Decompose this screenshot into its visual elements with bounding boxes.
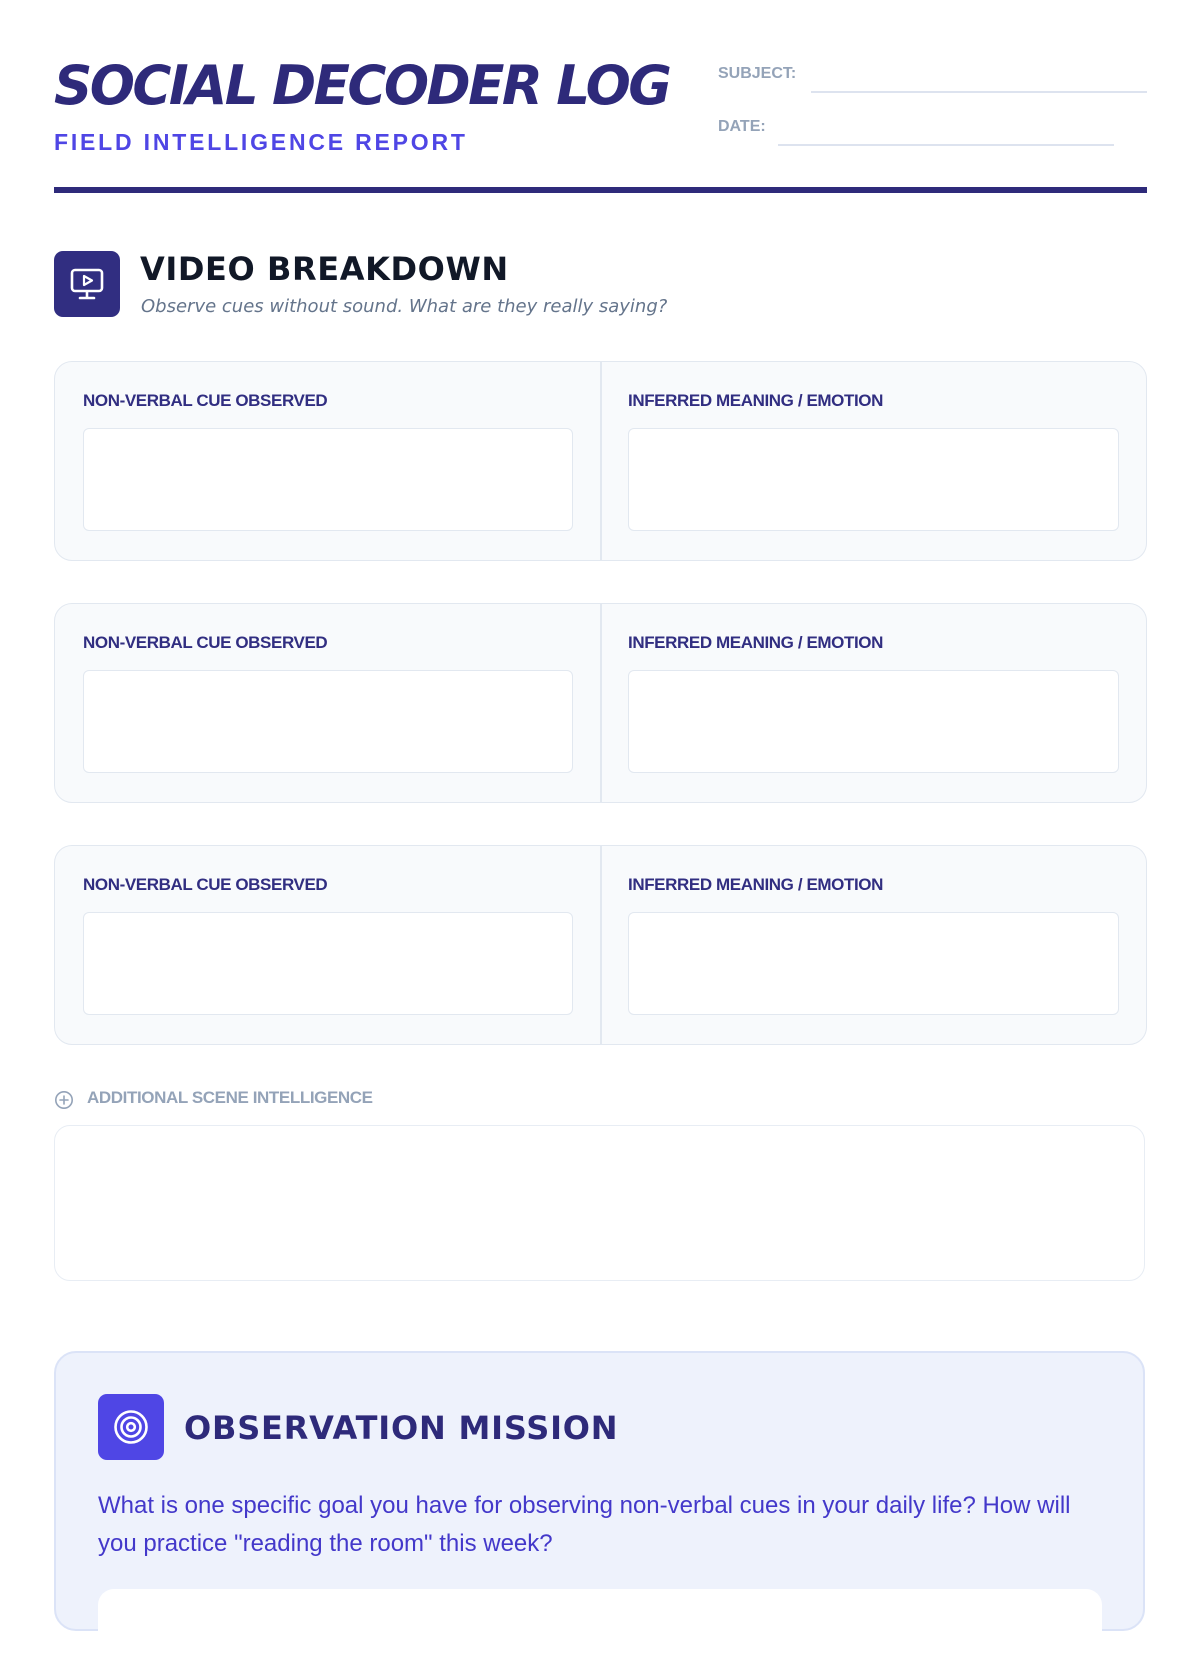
- meaning-label: INFERRED MEANING / EMOTION: [628, 633, 883, 652]
- page-title: SOCIAL DECODER LOG: [54, 54, 672, 117]
- plus-circle-icon: [55, 1091, 73, 1109]
- observation-mission-card: OBSERVATION MISSION What is one specific…: [54, 1351, 1145, 1669]
- card-divider: [600, 846, 602, 1044]
- cue-label: NON-VERBAL CUE OBSERVED: [83, 875, 328, 894]
- cue-label: NON-VERBAL CUE OBSERVED: [83, 633, 328, 652]
- meaning-input[interactable]: [628, 670, 1119, 773]
- subject-field[interactable]: [811, 91, 1147, 93]
- meaning-label: INFERRED MEANING / EMOTION: [628, 875, 883, 894]
- cue-input[interactable]: [83, 670, 573, 773]
- section-title-video-breakdown: VIDEO BREAKDOWN: [140, 250, 509, 288]
- date-label: DATE:: [718, 118, 766, 135]
- cue-input[interactable]: [83, 428, 573, 531]
- mission-prompt: What is one specific goal you have for o…: [98, 1492, 1071, 1557]
- worksheet-page: SOCIAL DECODER LOG FIELD INTELLIGENCE RE…: [54, 0, 1147, 1669]
- target-icon: [98, 1394, 164, 1460]
- date-field[interactable]: [778, 144, 1114, 146]
- monitor-play-icon: [54, 251, 120, 317]
- additional-intelligence-label: ADDITIONAL SCENE INTELLIGENCE: [87, 1088, 373, 1107]
- card-divider: [600, 362, 602, 560]
- page-subtitle: FIELD INTELLIGENCE REPORT: [54, 129, 468, 155]
- cue-label: NON-VERBAL CUE OBSERVED: [83, 391, 328, 410]
- header-divider: [54, 187, 1147, 193]
- meaning-input[interactable]: [628, 428, 1119, 531]
- card-divider: [600, 604, 602, 802]
- mission-answer-input[interactable]: [98, 1589, 1102, 1669]
- cue-card: NON-VERBAL CUE OBSERVED INFERRED MEANING…: [54, 845, 1147, 1045]
- meaning-label: INFERRED MEANING / EMOTION: [628, 391, 883, 410]
- section-title-observation-mission: OBSERVATION MISSION: [184, 1409, 619, 1447]
- meaning-input[interactable]: [628, 912, 1119, 1015]
- cue-card: NON-VERBAL CUE OBSERVED INFERRED MEANING…: [54, 361, 1147, 561]
- cue-input[interactable]: [83, 912, 573, 1015]
- subject-label: SUBJECT:: [718, 65, 797, 82]
- additional-intelligence-input[interactable]: [54, 1125, 1145, 1281]
- report-header: SOCIAL DECODER LOG FIELD INTELLIGENCE RE…: [54, 0, 1147, 194]
- cue-card: NON-VERBAL CUE OBSERVED INFERRED MEANING…: [54, 603, 1147, 803]
- section-description: Observe cues without sound. What are the…: [141, 296, 668, 317]
